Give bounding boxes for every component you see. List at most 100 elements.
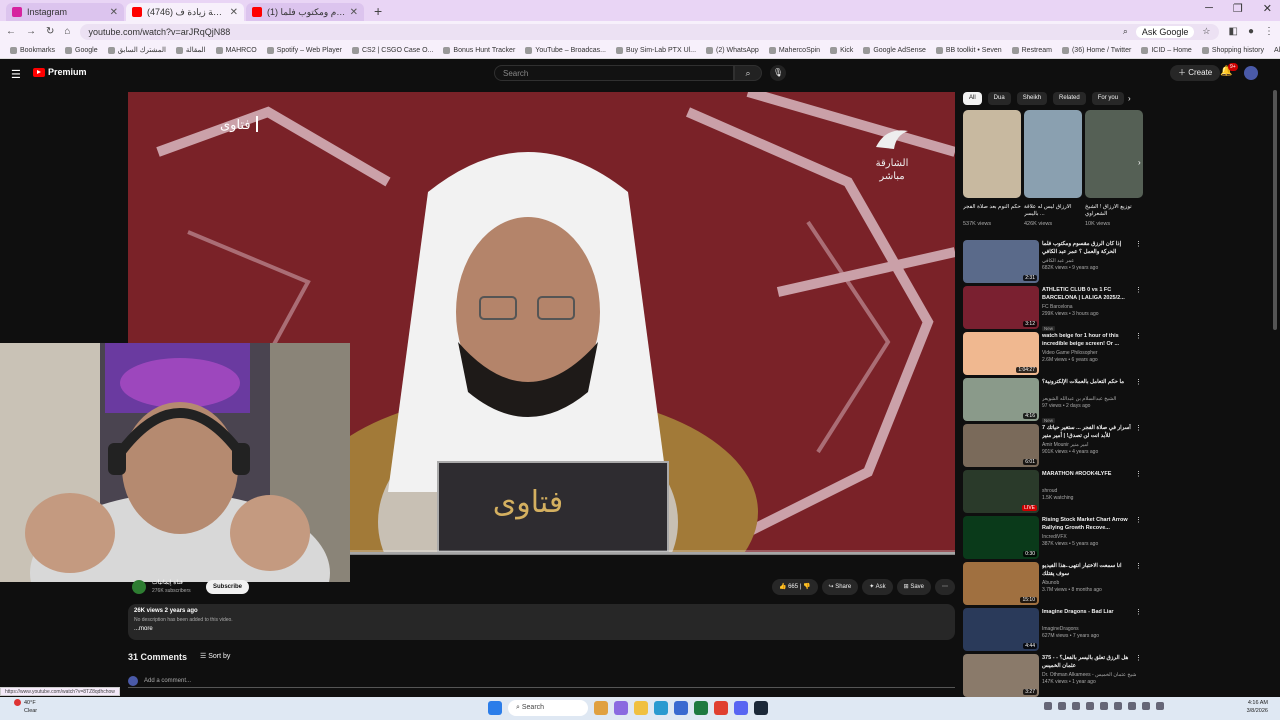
share-button[interactable]: ↪ Share xyxy=(821,579,859,595)
video-title[interactable]: 7 أسرار في صلاة الفجر ... ستغير حياتك لل… xyxy=(1042,424,1136,440)
channel-name[interactable]: قناة إيمانيات xyxy=(152,579,183,586)
back-icon[interactable]: ← xyxy=(6,26,16,37)
add-comment-row[interactable]: Add a comment... xyxy=(128,674,955,688)
recommended-video[interactable]: 6:01 7 أسرار في صلاة الفجر ... ستغير حيات… xyxy=(963,424,1146,468)
video-title[interactable]: MARATHON #ROOK4LYFE xyxy=(1042,470,1136,486)
video-menu-icon[interactable]: ⋮ xyxy=(1135,654,1142,662)
chip-all[interactable]: All xyxy=(963,92,982,105)
tab-instagram[interactable]: Instagram ✕ xyxy=(6,3,124,21)
description-box[interactable]: 26K views 2 years ago No description has… xyxy=(128,604,955,640)
minimize-icon[interactable]: ─ xyxy=(1205,2,1213,15)
video-channel[interactable]: shroud xyxy=(1042,488,1136,494)
tray-app-icon[interactable] xyxy=(1058,702,1066,710)
file-explorer-icon[interactable] xyxy=(634,701,648,715)
extensions-icon[interactable]: ◧ xyxy=(1229,26,1238,37)
shorts-next-icon[interactable]: › xyxy=(1138,158,1141,167)
thumbs-down-icon[interactable]: 👎 xyxy=(803,584,810,590)
bookmark-item[interactable]: Google AdSense xyxy=(863,46,926,54)
zoom-icon[interactable]: ⌕ xyxy=(1123,26,1128,37)
search-button[interactable]: ⌕ xyxy=(734,65,762,81)
edge-icon[interactable] xyxy=(654,701,668,715)
short-thumbnail[interactable] xyxy=(1085,110,1143,198)
bookmark-item[interactable]: Buy Sim-Lab PTX Ul... xyxy=(616,46,696,54)
chips-next-icon[interactable]: › xyxy=(1128,94,1131,103)
recommended-video[interactable]: 2:31 إذا كان الرزق مقسوم ومكتوب فلما الحر… xyxy=(963,240,1146,284)
wifi-icon[interactable] xyxy=(1128,702,1136,710)
tray-app-icon[interactable] xyxy=(1044,702,1052,710)
close-tab-icon[interactable]: ✕ xyxy=(230,7,238,18)
bookmark-item[interactable]: المشترك السابق xyxy=(107,46,166,54)
widgets-icon[interactable] xyxy=(594,701,608,715)
ask-button[interactable]: ✦ Ask xyxy=(862,579,893,595)
store-icon[interactable] xyxy=(674,701,688,715)
weather-widget[interactable]: 40°F Clear xyxy=(14,699,37,715)
add-comment-input[interactable]: Add a comment... xyxy=(144,678,191,684)
video-channel[interactable]: FC Barcelona xyxy=(1042,304,1136,310)
star-icon[interactable]: ☆ xyxy=(1202,26,1210,37)
home-icon[interactable]: ⌂ xyxy=(64,26,70,37)
taskbar-clock[interactable]: 4:16 AM 3/8/2026 xyxy=(1228,699,1268,715)
video-channel[interactable]: Video Game Philosopher xyxy=(1042,350,1136,356)
video-menu-icon[interactable]: ⋮ xyxy=(1135,378,1142,386)
steam-icon[interactable] xyxy=(754,701,768,715)
hamburger-menu-icon[interactable]: ☰ xyxy=(11,68,21,81)
recommended-video[interactable]: LIVE MARATHON #ROOK4LYFE shroud 1.5K watchi… xyxy=(963,470,1146,514)
short-card[interactable]: الأرزاق ليس له علاقة باليسر ... 426K view… xyxy=(1024,110,1082,227)
chip-for-you[interactable]: For you xyxy=(1091,92,1125,105)
video-menu-icon[interactable]: ⋮ xyxy=(1135,424,1142,432)
new-tab-button[interactable]: + xyxy=(366,3,390,21)
bookmark-item[interactable]: Bonus Hunt Tracker xyxy=(443,46,515,54)
youtube-logo[interactable]: Premium xyxy=(33,67,87,77)
save-button[interactable]: ⊞ Save xyxy=(896,579,931,595)
recommended-video[interactable]: 0:30 Rising Stock Market Chart Arrow Rall… xyxy=(963,516,1146,560)
tab-youtube-other[interactable]: (1) الرزق مقسوم ومكتوب فلما... ✕ xyxy=(246,3,364,21)
video-channel[interactable]: Amir Mounir أمير منير xyxy=(1042,442,1136,448)
short-card[interactable]: حكم النوم بعد صلاة الفجر 537K views xyxy=(963,110,1021,227)
bookmark-item[interactable]: Restream xyxy=(1011,46,1052,54)
video-thumbnail[interactable]: 4:16 xyxy=(963,378,1039,421)
video-thumbnail[interactable]: 2:31 xyxy=(963,240,1039,283)
video-thumbnail[interactable]: 4:44 xyxy=(963,608,1039,651)
short-thumbnail[interactable] xyxy=(963,110,1021,198)
video-thumbnail[interactable]: 3:27 xyxy=(963,654,1039,697)
bookmark-item[interactable]: MAHRCO xyxy=(215,46,257,54)
chip-sheikh[interactable]: Sheikh xyxy=(1016,92,1048,105)
forward-icon[interactable]: → xyxy=(26,26,36,37)
bookmark-item[interactable]: Bookmarks xyxy=(10,46,55,54)
video-channel[interactable]: الشيخ عبدالسلام بن عبدالله الشويعر xyxy=(1042,396,1136,402)
battery-icon[interactable] xyxy=(1156,702,1164,710)
bookmark-item[interactable]: Kick xyxy=(830,46,853,54)
recommended-video[interactable]: 15:10 انا سمعت الاختبار انتهى..هذا الفيدي… xyxy=(963,562,1146,606)
bookmark-item[interactable]: Spotify – Web Player xyxy=(266,46,342,54)
bookmark-item[interactable]: Google xyxy=(65,46,98,54)
video-thumbnail[interactable]: 6:01 xyxy=(963,424,1039,467)
video-menu-icon[interactable]: ⋮ xyxy=(1135,562,1142,570)
short-thumbnail[interactable] xyxy=(1024,110,1082,198)
account-avatar[interactable] xyxy=(1244,66,1258,80)
video-title[interactable]: ما حكم التعامل بالعملات الإلكترونية؟ xyxy=(1042,378,1136,394)
video-menu-icon[interactable]: ⋮ xyxy=(1135,240,1142,248)
video-thumbnail[interactable]: LIVE xyxy=(963,470,1039,513)
taskbar-search[interactable]: ⌕ Search xyxy=(508,700,588,716)
sort-by-button[interactable]: ☰ Sort by xyxy=(200,652,230,660)
video-menu-icon[interactable]: ⋮ xyxy=(1135,608,1142,616)
page-scrollbar[interactable] xyxy=(1273,90,1277,330)
video-channel[interactable]: Abunob xyxy=(1042,580,1136,586)
all-bookmarks-button[interactable]: All Bookmarks xyxy=(1274,47,1280,54)
show-more-link[interactable]: ...more xyxy=(134,626,949,632)
video-channel[interactable]: IncrediVFX xyxy=(1042,534,1136,540)
menu-icon[interactable]: ⋮ xyxy=(1264,26,1274,37)
windows-start-icon[interactable] xyxy=(488,701,502,715)
bookmark-item[interactable]: المقالة xyxy=(175,46,206,54)
recommended-video[interactable]: 1:04:27 watch beige for 1 hour of this in… xyxy=(963,332,1146,376)
profile-icon[interactable]: ● xyxy=(1248,26,1254,37)
tab-youtube-current[interactable]: (4746) هل دوام الزوجة زيادة ف... ✕ xyxy=(126,3,244,21)
recommended-video[interactable]: 4:16 ما حكم التعامل بالعملات الإلكترونية؟… xyxy=(963,378,1146,423)
video-channel[interactable]: Dr. Othman Alkamees - الشيخ عثمان الخميس xyxy=(1042,672,1136,678)
bookmark-item[interactable]: (2) WhatsApp xyxy=(706,46,759,54)
ask-google-button[interactable]: Ask Google xyxy=(1135,25,1195,38)
discord-icon[interactable] xyxy=(734,701,748,715)
video-channel[interactable]: ImagineDragons xyxy=(1042,626,1136,632)
close-tab-icon[interactable]: ✕ xyxy=(110,7,118,18)
video-thumbnail[interactable]: 15:10 xyxy=(963,562,1039,605)
